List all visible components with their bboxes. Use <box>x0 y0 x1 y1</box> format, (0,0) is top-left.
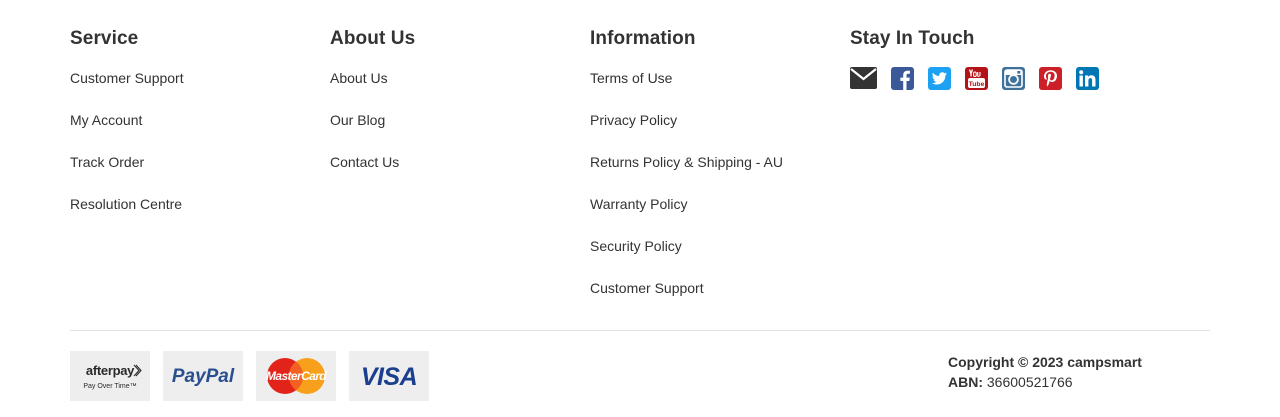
link-my-account[interactable]: My Account <box>70 111 184 153</box>
link-terms-of-use[interactable]: Terms of Use <box>590 69 783 111</box>
copyright-text: Copyright © 2023 campsmart <box>948 354 1142 370</box>
copyright-block: Copyright © 2023 campsmart ABN: 36600521… <box>948 352 1142 392</box>
youtube-icon[interactable]: Tube <box>965 66 988 90</box>
paypal-badge: PayPal <box>163 351 243 401</box>
service-links: Customer Support My Account Track Order … <box>70 69 184 237</box>
column-heading-service: Service <box>70 28 139 49</box>
link-customer-support[interactable]: Customer Support <box>70 69 184 111</box>
column-heading-about-us: About Us <box>330 28 416 49</box>
link-returns-policy[interactable]: Returns Policy & Shipping - AU <box>590 153 783 195</box>
link-our-blog[interactable]: Our Blog <box>330 111 415 153</box>
link-track-order[interactable]: Track Order <box>70 153 184 195</box>
svg-text:afterpay: afterpay <box>86 363 135 378</box>
site-footer: Service Customer Support My Account Trac… <box>0 0 1280 417</box>
about-links: About Us Our Blog Contact Us <box>330 69 415 195</box>
abn-line: ABN: 36600521766 <box>948 372 1142 392</box>
paypal-logo-icon: PayPal <box>172 366 235 387</box>
email-icon[interactable] <box>850 67 877 89</box>
link-about-us[interactable]: About Us <box>330 69 415 111</box>
footer-divider <box>70 330 1210 331</box>
information-links: Terms of Use Privacy Policy Returns Poli… <box>590 69 783 321</box>
afterpay-badge: afterpay Pay Over Time™ <box>70 351 150 401</box>
abn-value: 36600521766 <box>986 374 1073 390</box>
afterpay-logo-icon: afterpay Pay Over Time™ <box>83 363 142 390</box>
link-security-policy[interactable]: Security Policy <box>590 237 783 279</box>
facebook-icon[interactable] <box>891 66 914 90</box>
svg-text:Tube: Tube <box>969 80 985 87</box>
svg-text:PayPal: PayPal <box>172 366 235 387</box>
link-warranty-policy[interactable]: Warranty Policy <box>590 195 783 237</box>
pinterest-icon[interactable] <box>1039 66 1062 90</box>
payment-methods: afterpay Pay Over Time™ PayPal MasterCar… <box>70 351 442 401</box>
twitter-icon[interactable] <box>928 66 951 90</box>
footer-column-stay-in-touch: Stay In Touch Tube <box>850 27 1113 91</box>
linkedin-icon[interactable] <box>1076 66 1099 90</box>
footer-column-about-us: About Us About Us Our Blog Contact Us <box>330 27 415 195</box>
social-links: Tube <box>850 65 1113 91</box>
footer-column-service: Service Customer Support My Account Trac… <box>70 27 184 237</box>
footer-column-information: Information Terms of Use Privacy Policy … <box>590 27 783 321</box>
instagram-icon[interactable] <box>1002 66 1025 90</box>
link-customer-support-info[interactable]: Customer Support <box>590 279 783 321</box>
mastercard-badge: MasterCard <box>256 351 336 401</box>
column-heading-information: Information <box>590 28 696 49</box>
svg-text:Pay Over Time™: Pay Over Time™ <box>83 383 136 390</box>
link-privacy-policy[interactable]: Privacy Policy <box>590 111 783 153</box>
link-resolution-centre[interactable]: Resolution Centre <box>70 195 184 237</box>
mastercard-logo-icon: MasterCard <box>266 358 328 394</box>
svg-text:VISA: VISA <box>361 363 417 391</box>
svg-text:MasterCard: MasterCard <box>266 369 327 383</box>
visa-badge: VISA <box>349 351 429 401</box>
column-heading-stay-in-touch: Stay In Touch <box>850 28 975 49</box>
link-contact-us[interactable]: Contact Us <box>330 153 415 195</box>
abn-label: ABN: <box>948 374 983 390</box>
visa-logo-icon: VISA <box>361 363 418 391</box>
